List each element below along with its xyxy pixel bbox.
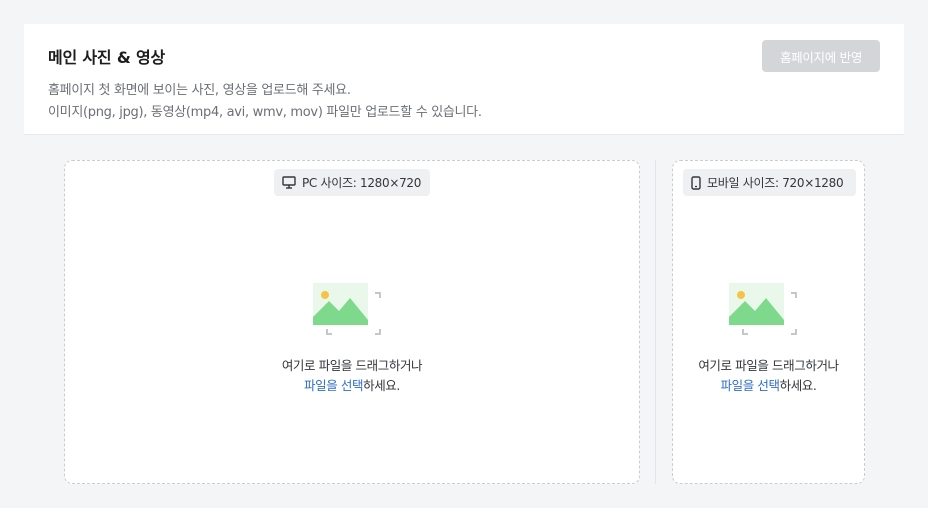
page-title: 메인 사진 & 영상 — [48, 48, 165, 67]
zone-divider — [655, 160, 656, 484]
monitor-icon — [282, 176, 296, 189]
mobile-size-label: 모바일 사이즈: 720×1280 — [707, 176, 844, 190]
pc-select-line: 파일을 선택하세요. — [65, 375, 639, 394]
image-placeholder-icon — [728, 282, 798, 337]
pc-size-label: PC 사이즈: 1280×720 — [302, 176, 422, 190]
pc-size-badge: PC 사이즈: 1280×720 — [274, 169, 430, 196]
mobile-select-suffix: 하세요. — [779, 378, 817, 393]
pc-select-suffix: 하세요. — [363, 378, 400, 393]
apply-to-homepage-button[interactable]: 홈페이지에 반영 — [762, 40, 880, 72]
pc-upload-dropzone[interactable]: PC 사이즈: 1280×720 여기로 파일을 드래그하거나 파일을 선택하세… — [64, 160, 640, 484]
description-line-2: 이미지(png, jpg), 동영상(mp4, avi, wmv, mov) 파… — [48, 105, 482, 120]
mobile-drop-instruction: 여기로 파일을 드래그하거나 — [698, 358, 839, 373]
pc-drop-instruction: 여기로 파일을 드래그하거나 — [281, 358, 423, 373]
description-line-1: 홈페이지 첫 화면에 보이는 사진, 영상을 업로드해 주세요. — [48, 83, 351, 98]
mobile-size-badge: 모바일 사이즈: 720×1280 — [683, 169, 856, 196]
smartphone-icon — [691, 175, 701, 190]
header-card: 메인 사진 & 영상 홈페이지 첫 화면에 보이는 사진, 영상을 업로드해 주… — [24, 24, 904, 135]
mobile-select-file-link[interactable]: 파일을 선택 — [721, 378, 780, 393]
mobile-upload-dropzone[interactable]: 모바일 사이즈: 720×1280 여기로 파일을 드래그하거나 파일을 선택하… — [672, 160, 865, 484]
mobile-select-line: 파일을 선택하세요. — [673, 375, 864, 394]
image-placeholder-icon — [312, 282, 382, 337]
pc-select-file-link[interactable]: 파일을 선택 — [304, 378, 363, 393]
